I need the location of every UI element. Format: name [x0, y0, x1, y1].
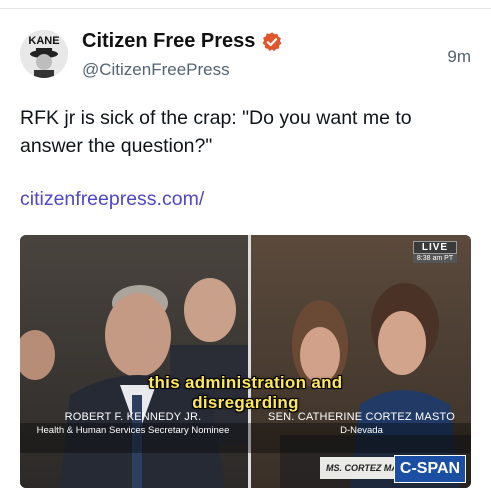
video-media[interactable]: LIVE 8:38 am PT this administration and …: [20, 235, 471, 488]
left-speaker-title: Health & Human Services Secretary Nomine…: [36, 425, 230, 436]
name-row: Citizen Free Press: [82, 30, 283, 53]
speaker-bar: MS. CORTEZ MA: [320, 457, 400, 479]
top-divider: [0, 8, 491, 9]
left-speaker-name: ROBERT F. KENNEDY JR.: [64, 411, 202, 423]
avatar[interactable]: KANE: [20, 30, 68, 78]
live-time: 8:38 am PT: [413, 254, 457, 263]
live-label: LIVE: [413, 241, 457, 254]
caption-line-1: this administration and: [148, 373, 343, 392]
right-lower-third: SEN. CATHERINE CORTEZ MASTO D-Nevada: [252, 411, 471, 436]
timestamp[interactable]: 9m: [447, 47, 471, 67]
right-speaker-name: SEN. CATHERINE CORTEZ MASTO: [268, 411, 455, 423]
cspan-logo: C-SPAN: [394, 455, 466, 483]
tweet-link[interactable]: citizenfreepress.com/: [20, 188, 204, 211]
video-frame: [20, 235, 471, 488]
verified-badge-icon: [262, 31, 282, 51]
right-speaker-title: D-Nevada: [340, 425, 383, 436]
tweet-text: RFK jr is sick of the crap: "Do you want…: [20, 107, 412, 157]
avatar-image: KANE: [20, 30, 68, 78]
tweet-header: KANE Citizen Free Press @CitizenFreePres…: [20, 30, 471, 86]
left-lower-third: ROBERT F. KENNEDY JR. Health & Human Ser…: [20, 411, 246, 436]
display-name[interactable]: Citizen Free Press: [82, 30, 255, 53]
caption-line-2: disregarding: [192, 393, 299, 412]
user-handle[interactable]: @CitizenFreePress: [82, 60, 230, 80]
live-badge: LIVE 8:38 am PT: [413, 241, 457, 263]
svg-text:KANE: KANE: [28, 35, 59, 47]
